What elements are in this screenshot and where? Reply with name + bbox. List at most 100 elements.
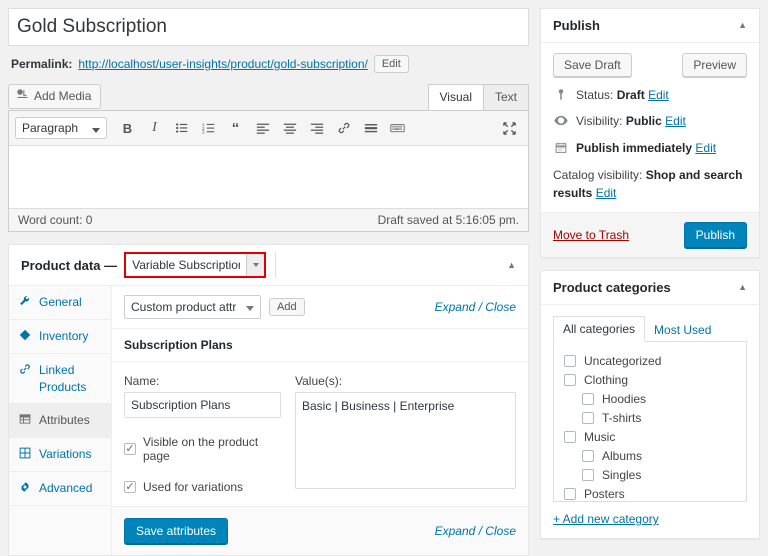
used-for-variations-label: Used for variations [143, 480, 244, 494]
category-checkbox[interactable] [564, 373, 576, 386]
permalink-url[interactable]: http://localhost/user-insights/product/g… [78, 57, 367, 71]
categories-list[interactable]: Uncategorized Clothing Hoodies T-shirts [553, 342, 747, 503]
save-draft-button[interactable]: Save Draft [553, 53, 632, 77]
attribute-source-select[interactable]: Custom product attribute [124, 295, 261, 319]
paragraph-format-select[interactable]: Paragraph [15, 117, 107, 139]
category-label: Singles [602, 467, 642, 482]
bold-icon[interactable]: B [115, 116, 140, 140]
tab-inventory-label: Inventory [39, 329, 89, 344]
visibility-label: Visibility: [576, 114, 623, 129]
visible-label: Visible on the product page [143, 435, 259, 463]
read-more-icon[interactable] [358, 116, 383, 140]
list-item[interactable]: Clothing [564, 370, 736, 389]
product-data-header: Product data — Variable Subscription ▲ [9, 245, 528, 286]
list-item[interactable]: Posters [564, 484, 736, 501]
permalink-edit-button[interactable]: Edit [373, 55, 409, 73]
schedule-row: Publish immediately Edit [553, 140, 747, 157]
fullscreen-icon[interactable] [497, 116, 522, 140]
keyboard-shortcuts-icon[interactable] [385, 116, 410, 140]
publish-button[interactable]: Publish [683, 222, 747, 249]
svg-text:3: 3 [202, 130, 205, 135]
blockquote-icon[interactable]: “ [223, 116, 248, 140]
catalog-edit-link[interactable]: Edit [596, 186, 617, 200]
expand-close-link-top[interactable]: Expand / Close [435, 300, 516, 314]
editor-content-area[interactable] [9, 146, 528, 208]
attribute-name-group: Name: Visible on the product page Used f… [124, 374, 281, 494]
tab-visual[interactable]: Visual [427, 84, 484, 110]
category-label: Hoodies [602, 391, 647, 406]
tab-inventory[interactable]: Inventory [9, 320, 111, 355]
product-title-input[interactable] [8, 8, 529, 46]
tab-most-used[interactable]: Most Used [645, 318, 720, 342]
sidebar-column: Publish ▲ Save Draft Preview Status: Dra… [540, 8, 760, 556]
list-item[interactable]: Albums [564, 446, 736, 465]
attribute-name-input[interactable] [124, 392, 281, 418]
catalog-label: Catalog visibility: [553, 168, 643, 183]
chevron-up-icon[interactable]: ▲ [738, 283, 747, 292]
tab-linked-products[interactable]: Linked Products [9, 354, 111, 404]
save-attributes-button[interactable]: Save attributes [124, 518, 229, 544]
add-media-button[interactable]: Add Media [8, 84, 102, 109]
category-checkbox[interactable] [582, 411, 594, 424]
tab-advanced[interactable]: Advanced [9, 472, 111, 507]
preview-button[interactable]: Preview [682, 53, 747, 77]
category-label: Clothing [584, 372, 629, 387]
editor-mode-tabs: Visual Text [427, 83, 529, 110]
used-for-variations-row[interactable]: Used for variations [124, 480, 281, 494]
product-data-body: General Inventory Linked Products Attrib… [9, 286, 528, 555]
list-item[interactable]: Uncategorized [564, 351, 736, 370]
attribute-fields: Name: Visible on the product page Used f… [112, 362, 528, 506]
bulleted-list-icon[interactable] [169, 116, 194, 140]
product-type-select[interactable]: Variable Subscription [126, 254, 247, 276]
tab-text[interactable]: Text [482, 84, 529, 110]
chevron-up-icon[interactable]: ▲ [738, 21, 747, 30]
attribute-values-textarea[interactable]: Basic | Business | Enterprise [295, 392, 516, 489]
move-to-trash-link[interactable]: Move to Trash [553, 228, 629, 242]
align-left-icon[interactable] [250, 116, 275, 140]
chevron-up-icon[interactable]: ▲ [507, 260, 516, 270]
link-icon [19, 363, 33, 379]
visibility-row: Visibility: Public Edit [553, 113, 747, 130]
wrench-icon [19, 295, 33, 311]
list-item[interactable]: Music [564, 427, 736, 446]
align-center-icon[interactable] [277, 116, 302, 140]
add-attribute-button[interactable]: Add [269, 298, 305, 316]
category-checkbox[interactable] [582, 392, 594, 405]
category-checkbox[interactable] [564, 354, 576, 367]
product-data-label: Product data — [21, 257, 118, 273]
editor-top-bar: Add Media Visual Text [8, 83, 529, 110]
category-label: Music [584, 429, 616, 444]
header-divider [275, 252, 277, 278]
category-label: Posters [584, 486, 625, 501]
status-edit-link[interactable]: Edit [648, 88, 669, 102]
list-item[interactable]: Singles [564, 465, 736, 484]
attributes-footer: Save attributes Expand / Close [112, 506, 528, 555]
category-checkbox[interactable] [582, 449, 594, 462]
tab-variations[interactable]: Variations [9, 438, 111, 473]
numbered-list-icon[interactable]: 1 2 3 [196, 116, 221, 140]
tab-general[interactable]: General [9, 286, 111, 321]
visible-on-product-page-row[interactable]: Visible on the product page [124, 435, 281, 463]
tab-all-categories[interactable]: All categories [553, 316, 646, 343]
italic-icon[interactable]: I [142, 116, 167, 140]
add-new-category-link[interactable]: + Add new category [553, 512, 747, 526]
list-item[interactable]: T-shirts [564, 408, 736, 427]
category-checkbox[interactable] [582, 468, 594, 481]
align-right-icon[interactable] [304, 116, 329, 140]
publish-action-row: Save Draft Preview [553, 53, 747, 77]
used-for-variations-checkbox[interactable] [124, 481, 136, 493]
chevron-down-icon[interactable] [246, 254, 265, 276]
visibility-edit-link[interactable]: Edit [665, 114, 686, 128]
schedule-text: Publish immediately Edit [576, 140, 716, 157]
insert-link-icon[interactable] [331, 116, 356, 140]
category-label: Albums [602, 448, 643, 463]
category-checkbox[interactable] [564, 487, 576, 500]
tab-attributes[interactable]: Attributes [9, 403, 111, 438]
table-icon [19, 413, 33, 429]
visible-checkbox[interactable] [124, 443, 136, 455]
list-item[interactable]: Hoodies [564, 389, 736, 408]
category-checkbox[interactable] [564, 430, 576, 443]
expand-close-link-bottom[interactable]: Expand / Close [435, 524, 516, 538]
schedule-edit-link[interactable]: Edit [695, 141, 716, 155]
status-value: Draft [616, 88, 645, 102]
